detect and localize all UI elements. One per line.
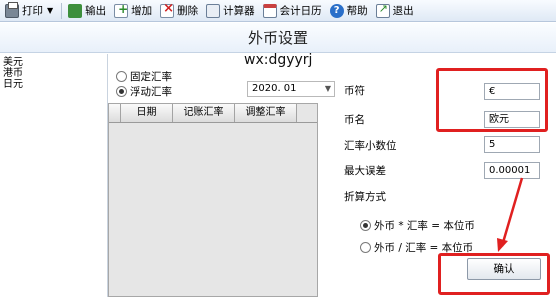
column-header-date[interactable]: 日期 xyxy=(121,104,173,122)
export-label: 输出 xyxy=(85,5,107,17)
exit-icon xyxy=(375,2,390,18)
conversion-multiply-radio[interactable]: 外币 * 汇率 = 本位币 xyxy=(360,218,475,233)
exit-label: 退出 xyxy=(392,5,414,17)
page-title: 外币设置 xyxy=(0,23,556,53)
annotation-box-fields xyxy=(436,68,548,132)
printer-icon xyxy=(5,1,19,18)
help-label: 帮助 xyxy=(346,5,368,17)
calendar-label: 会计日历 xyxy=(279,5,322,17)
conversion-method-label: 折算方式 xyxy=(344,191,386,203)
max-error-label: 最大误差 xyxy=(344,165,386,177)
add-button[interactable]: 增加 xyxy=(111,1,155,21)
table-header: 日期 记账汇率 调整汇率 xyxy=(109,104,317,123)
floating-rate-radio[interactable]: 浮动汇率 xyxy=(116,84,172,99)
radio-icon xyxy=(116,71,127,82)
symbol-label: 币符 xyxy=(344,85,365,97)
fixed-rate-label: 固定汇率 xyxy=(130,71,172,83)
rate-table[interactable]: 日期 记账汇率 调整汇率 xyxy=(108,103,318,297)
delete-icon xyxy=(160,1,175,18)
calculator-icon xyxy=(206,3,221,18)
fixed-rate-radio[interactable]: 固定汇率 xyxy=(116,69,172,84)
list-item[interactable]: 日元 xyxy=(0,79,107,90)
column-header-book-rate[interactable]: 记账汇率 xyxy=(173,104,235,122)
help-icon: ? xyxy=(329,3,344,18)
decimals-label: 汇率小数位 xyxy=(344,140,397,152)
period-value: 2020. 01 xyxy=(252,83,297,94)
export-button[interactable]: 输出 xyxy=(65,1,109,21)
delete-button[interactable]: 删除 xyxy=(157,1,201,21)
help-button[interactable]: ? 帮助 xyxy=(327,1,371,21)
column-header-adjust-rate[interactable]: 调整汇率 xyxy=(235,104,297,122)
add-label: 增加 xyxy=(131,5,153,17)
period-select[interactable]: 2020. 01 ▼ xyxy=(247,81,335,97)
chevron-down-icon[interactable]: ▼ xyxy=(325,82,331,96)
row-header-corner xyxy=(109,104,121,122)
conversion-multiply-label: 外币 * 汇率 = 本位币 xyxy=(374,220,475,232)
delete-label: 删除 xyxy=(177,5,199,17)
annotation-box-confirm xyxy=(438,253,550,295)
calendar-button[interactable]: 会计日历 xyxy=(260,1,325,21)
print-label: 打印 xyxy=(22,5,43,17)
radio-selected-icon xyxy=(360,220,371,231)
floating-rate-label: 浮动汇率 xyxy=(130,86,172,98)
print-button[interactable]: 打印 ▼ xyxy=(2,1,56,21)
watermark-text: wx:dgyyrj xyxy=(244,52,313,68)
radio-selected-icon xyxy=(116,86,127,97)
exit-button[interactable]: 退出 xyxy=(373,1,417,21)
calendar-icon xyxy=(262,3,277,18)
name-label: 币名 xyxy=(344,114,365,126)
export-icon xyxy=(68,3,83,18)
list-item[interactable]: 港币 xyxy=(0,68,107,79)
chevron-down-icon[interactable]: ▼ xyxy=(47,6,53,15)
currency-list: 美元 港币 日元 xyxy=(0,54,108,297)
toolbar: 打印 ▼ 输出 增加 删除 计算器 会计日历 ? 帮助 退出 xyxy=(0,0,556,22)
decimals-field[interactable]: 5 xyxy=(484,136,540,153)
toolbar-divider xyxy=(61,2,63,19)
radio-icon xyxy=(360,242,371,253)
calculator-button[interactable]: 计算器 xyxy=(203,1,258,21)
max-error-field[interactable]: 0.00001 xyxy=(484,162,540,179)
list-item[interactable]: 美元 xyxy=(0,57,107,68)
add-icon xyxy=(114,2,128,18)
calculator-label: 计算器 xyxy=(223,5,255,17)
